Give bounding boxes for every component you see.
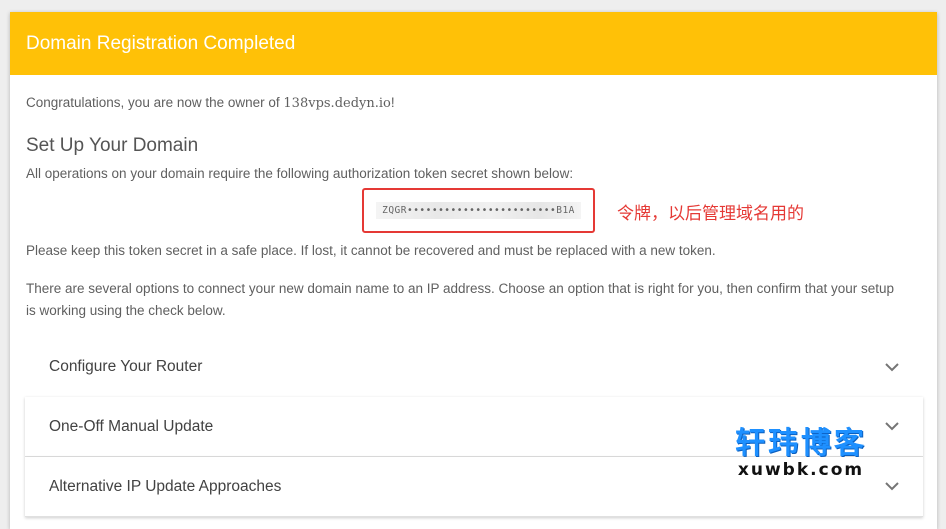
accordion-label: Alternative IP Update Approaches: [49, 477, 282, 495]
chevron-down-icon[interactable]: [885, 360, 899, 374]
site-watermark-logo: 轩玮博客 xuwbk.com: [716, 418, 886, 488]
watermark-chinese-text: 轩玮博客: [735, 426, 867, 461]
chevron-down-icon[interactable]: [885, 420, 899, 434]
page-title: Domain Registration Completed: [26, 32, 296, 54]
domain-name: 138vps.dedyn.io: [283, 96, 391, 111]
congrats-prefix: Congratulations, you are now the owner o…: [26, 95, 284, 110]
token-description: All operations on your domain require th…: [26, 166, 574, 181]
accordion-label: Configure Your Router: [49, 358, 203, 375]
card-header: Domain Registration Completed: [10, 12, 937, 75]
token-highlight-box: ZQGR••••••••••••••••••••••••B1A: [362, 188, 595, 233]
options-description: There are several options to connect you…: [26, 281, 894, 318]
congratulations-message: Congratulations, you are now the owner o…: [26, 95, 395, 111]
chevron-down-icon[interactable]: [885, 480, 899, 494]
token-secret[interactable]: ZQGR••••••••••••••••••••••••B1A: [376, 202, 581, 219]
token-annotation: 令牌，以后管理域名用的: [617, 204, 804, 224]
accordion-configure-router[interactable]: Configure Your Router: [25, 337, 923, 397]
section-title: Set Up Your Domain: [26, 135, 199, 156]
watermark-domain-text: xuwbk.com: [737, 460, 865, 480]
accordion-label: One-Off Manual Update: [49, 417, 214, 435]
keep-secret-note: Please keep this token secret in a safe …: [26, 243, 716, 258]
congrats-suffix: !: [390, 95, 395, 110]
